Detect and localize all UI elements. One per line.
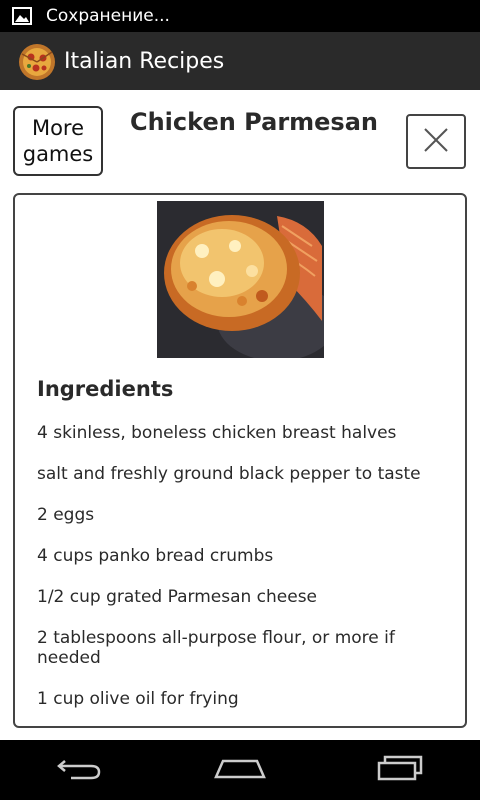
chicken-parmesan-photo <box>157 201 337 361</box>
ingredient-item: 1 cup olive oil for frying <box>37 689 239 709</box>
recipe-screen: More games Chicken Parmesan Ingredients … <box>0 90 480 740</box>
navigation-bar <box>0 740 480 800</box>
app-title: Italian Recipes <box>64 48 225 74</box>
ingredient-item: 1/2 cup grated Parmesan cheese <box>37 587 318 607</box>
close-icon <box>421 125 451 159</box>
ingredient-item: 4 cups panko bread crumbs <box>37 546 274 566</box>
home-button[interactable] <box>210 750 270 790</box>
ingredients-heading: Ingredients <box>37 377 174 401</box>
back-button[interactable] <box>50 750 110 790</box>
ingredient-list: 4 skinless, boneless chicken breast halv… <box>37 423 437 730</box>
ingredient-item: 4 skinless, boneless chicken breast halv… <box>37 423 397 443</box>
more-games-button[interactable]: More games <box>13 106 103 176</box>
image-notification-icon <box>12 7 34 25</box>
status-notification-text: Сохранение... <box>46 6 170 26</box>
ingredient-item: 2 tablespoons all-purpose flour, or more… <box>37 628 395 668</box>
recents-button[interactable] <box>370 750 430 790</box>
close-button[interactable] <box>406 114 466 169</box>
recipe-card: Ingredients 4 skinless, boneless chicken… <box>13 193 467 728</box>
home-icon <box>213 753 267 787</box>
ingredient-item: 2 eggs <box>37 505 95 525</box>
recipe-title: Chicken Parmesan <box>129 108 378 136</box>
action-bar: Italian Recipes <box>0 32 480 90</box>
status-bar: Сохранение... <box>0 0 480 32</box>
pizza-icon <box>16 40 58 82</box>
ingredient-item: salt and freshly ground black pepper to … <box>37 464 421 484</box>
back-icon <box>55 753 105 787</box>
recents-icon <box>375 753 425 787</box>
